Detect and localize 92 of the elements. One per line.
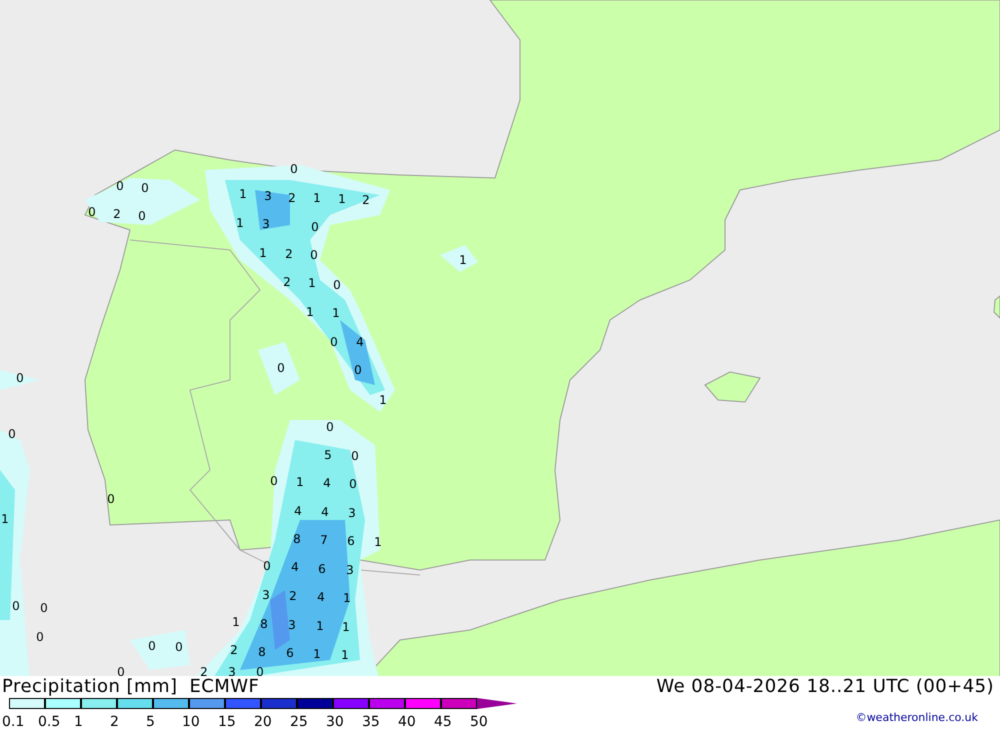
precipitation-value: 0	[256, 665, 264, 676]
precipitation-value: 1	[332, 306, 340, 320]
credit-text: ©weatheronline.co.uk	[856, 710, 979, 726]
legend-label: 25	[290, 714, 308, 730]
precipitation-value: 4	[291, 560, 299, 574]
precipitation-value: 1	[313, 647, 321, 661]
precipitation-value: 1	[239, 187, 247, 201]
model-name: ECMWF	[189, 678, 260, 696]
precipitation-value: 4	[356, 335, 364, 349]
precipitation-value: 0	[310, 248, 318, 262]
precipitation-value: 2	[285, 247, 293, 261]
precipitation-value: 0	[311, 220, 319, 234]
precipitation-value: 3	[348, 506, 356, 520]
legend-label: 10	[182, 714, 200, 730]
precipitation-value: 4	[321, 505, 329, 519]
precipitation-value: 3	[264, 189, 272, 203]
precipitation-value: 3	[262, 217, 270, 231]
precipitation-value: 3	[228, 665, 236, 676]
precipitation-value: 3	[262, 588, 270, 602]
precipitation-value: 1	[342, 620, 350, 634]
precipitation-value: 1	[308, 276, 316, 290]
legend-label: 20	[254, 714, 272, 730]
precipitation-value: 6	[347, 534, 355, 548]
legend-label: 2	[110, 714, 119, 730]
legend-label: 1	[74, 714, 83, 730]
precipitation-value: 2	[289, 589, 297, 603]
precipitation-value: 1	[374, 535, 382, 549]
precipitation-value: 0	[116, 179, 124, 193]
precipitation-value: 1	[316, 619, 324, 633]
legend-label: 0.5	[38, 714, 60, 730]
legend-label: 50	[470, 714, 488, 730]
precipitation-value: 1	[1, 512, 9, 526]
precipitation-value: 0	[12, 599, 20, 613]
precipitation-value: 2	[200, 665, 208, 676]
precipitation-value: 2	[288, 191, 296, 205]
precipitation-value: 3	[288, 618, 296, 632]
legend-label: 15	[218, 714, 236, 730]
legend-label: 5	[146, 714, 155, 730]
precipitation-value: 4	[294, 504, 302, 518]
precipitation-value: 1	[259, 246, 267, 260]
legend-label: 35	[362, 714, 380, 730]
precipitation-value: 1	[338, 192, 346, 206]
valid-time: We 08-04-2026 18..21 UTC (00+45)	[656, 678, 995, 696]
precipitation-value: 5	[324, 448, 332, 462]
precipitation-value: 0	[138, 209, 146, 223]
legend-title: Precipitation [mm]	[2, 678, 178, 696]
precipitation-value: 2	[283, 275, 291, 289]
precipitation-value: 8	[293, 532, 301, 546]
precipitation-value: 1	[306, 305, 314, 319]
precipitation-value: 0	[290, 162, 298, 176]
precipitation-value: 1	[459, 253, 467, 267]
precipitation-value: 0	[8, 427, 16, 441]
precipitation-value: 4	[323, 476, 331, 490]
precipitation-value: 1	[236, 216, 244, 230]
precipitation-value: 0	[141, 181, 149, 195]
precipitation-value: 2	[362, 193, 370, 207]
precipitation-value: 0	[349, 477, 357, 491]
precipitation-value: 0	[354, 363, 362, 377]
precipitation-value: 1	[379, 393, 387, 407]
precipitation-value: 7	[320, 533, 328, 547]
precipitation-value: 2	[113, 207, 121, 221]
precipitation-value: 0	[326, 420, 334, 434]
precipitation-value: 0	[148, 639, 156, 653]
precipitation-value: 0	[351, 449, 359, 463]
precipitation-value: 0	[263, 559, 271, 573]
precipitation-value: 1	[232, 615, 240, 629]
precipitation-value: 0	[16, 371, 24, 385]
precipitation-value: 0	[36, 630, 44, 644]
precipitation-value: 8	[260, 617, 268, 631]
precipitation-value: 2	[230, 643, 238, 657]
precipitation-value: 1	[343, 591, 351, 605]
precipitation-value: 1	[313, 191, 321, 205]
legend-label: 30	[326, 714, 344, 730]
precipitation-value: 0	[333, 278, 341, 292]
precipitation-value: 0	[270, 474, 278, 488]
precipitation-value: 0	[40, 601, 48, 615]
precipitation-value: 0	[117, 665, 125, 676]
precipitation-value: 0	[88, 205, 96, 219]
precipitation-value: 1	[341, 648, 349, 662]
precipitation-value: 0	[330, 335, 338, 349]
precipitation-value: 0	[277, 361, 285, 375]
precipitation-value: 8	[258, 645, 266, 659]
legend-label: 0.1	[2, 714, 24, 730]
legend-label: 40	[398, 714, 416, 730]
precipitation-value: 1	[296, 475, 304, 489]
precipitation-value: 0	[107, 492, 115, 506]
precipitation-value: 0	[175, 640, 183, 654]
legend-label: 45	[434, 714, 452, 730]
precipitation-value: 3	[346, 563, 354, 577]
precipitation-value: 4	[317, 590, 325, 604]
precipitation-value: 6	[286, 646, 294, 660]
precipitation-value: 6	[318, 562, 326, 576]
